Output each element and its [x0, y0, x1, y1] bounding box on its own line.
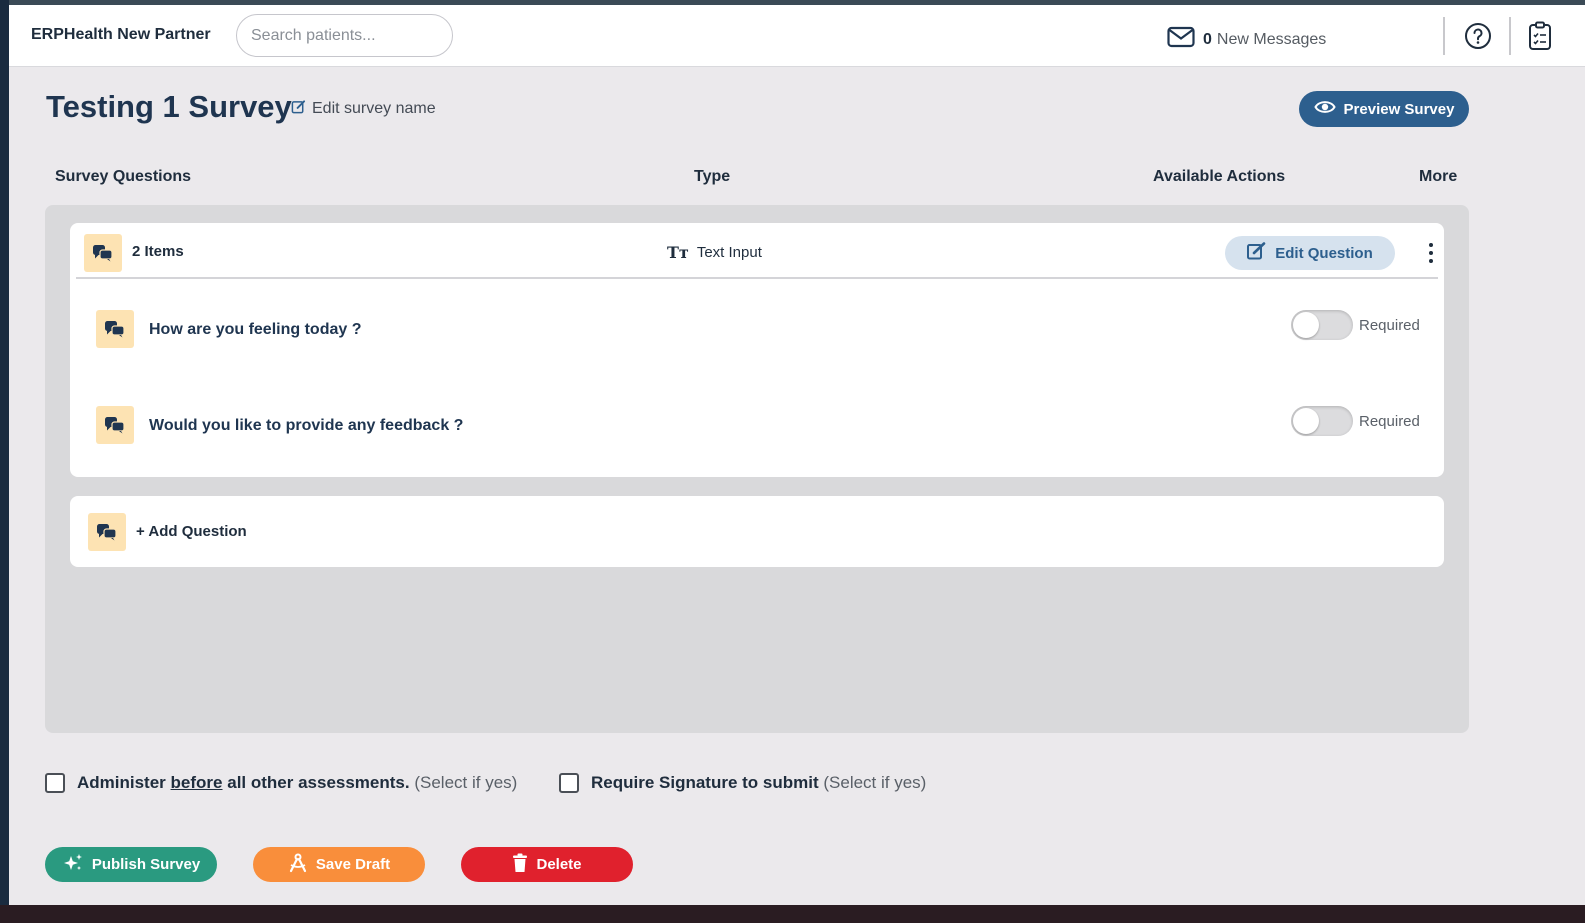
question-icon — [96, 406, 134, 444]
question-type: Tт Text Input — [667, 243, 762, 262]
preview-survey-button[interactable]: Preview Survey — [1299, 91, 1469, 127]
question-group-card: 2 Items Tт Text Input Edit Question How … — [70, 223, 1444, 477]
help-icon[interactable] — [1463, 21, 1493, 51]
eye-icon — [1313, 99, 1336, 119]
app-container: ERPHealth New Partner 0 New Messages Tes… — [9, 5, 1585, 905]
required-toggle[interactable] — [1291, 406, 1353, 436]
sparkles-icon — [62, 853, 84, 877]
question-group-count: 2 Items — [132, 243, 184, 260]
clipboard-icon[interactable] — [1525, 21, 1555, 51]
required-toggle[interactable] — [1291, 310, 1353, 340]
require-signature-option: Require Signature to submit (Select if y… — [559, 773, 926, 793]
question-icon — [88, 513, 126, 551]
require-signature-checkbox[interactable] — [559, 773, 579, 793]
questions-panel: 2 Items Tт Text Input Edit Question How … — [45, 205, 1469, 733]
window-bottom-edge — [0, 905, 1585, 923]
administer-before-checkbox[interactable] — [45, 773, 65, 793]
question-type-label: Text Input — [696, 244, 762, 261]
column-header-more: More — [1419, 168, 1458, 185]
signature-label: Require Signature to submit — [591, 773, 819, 792]
required-label: Required — [1359, 413, 1420, 430]
edit-question-label: Edit Question — [1275, 244, 1373, 262]
save-draft-label: Save Draft — [315, 856, 391, 873]
edit-survey-name-link[interactable]: Edit survey name — [291, 99, 436, 119]
administer-hint: (Select if yes) — [414, 773, 518, 792]
administer-before-option: Administer before all other assessments.… — [45, 773, 517, 793]
edit-icon — [291, 99, 306, 119]
required-label: Required — [1359, 317, 1420, 334]
edit-question-button[interactable]: Edit Question — [1225, 236, 1395, 270]
page-title: Testing 1 Survey — [46, 89, 292, 124]
edit-icon — [1247, 242, 1267, 264]
delete-label: Delete — [536, 856, 582, 873]
brand-name[interactable]: ERPHealth New Partner — [31, 26, 211, 44]
add-question-label: + Add Question — [136, 523, 247, 540]
question-row: How are you feeling today ? Required — [96, 310, 1436, 350]
messages-link[interactable]: 0 New Messages — [1167, 26, 1326, 53]
question-group-icon — [84, 234, 122, 272]
signature-hint: (Select if yes) — [823, 773, 927, 792]
header-divider — [1509, 17, 1511, 55]
administer-emph-text: before — [170, 773, 223, 792]
question-icon — [96, 310, 134, 348]
trash-icon — [512, 853, 528, 877]
edit-survey-name-label: Edit survey name — [312, 100, 436, 117]
text-type-icon: Tт — [667, 243, 689, 262]
save-draft-button[interactable]: Save Draft — [253, 847, 425, 882]
question-text: Would you like to provide any feedback ? — [149, 417, 464, 434]
publish-survey-button[interactable]: Publish Survey — [45, 847, 217, 882]
question-text: How are you feeling today ? — [149, 321, 362, 338]
header-divider — [1443, 17, 1445, 55]
messages-count: 0 — [1203, 30, 1212, 48]
delete-button[interactable]: Delete — [461, 847, 633, 882]
window-left-edge — [0, 0, 9, 923]
messages-label: New Messages — [1216, 30, 1327, 48]
administer-pre-text: Administer — [77, 773, 166, 792]
publish-survey-label: Publish Survey — [91, 856, 201, 873]
column-header-questions: Survey Questions — [55, 168, 192, 185]
add-question-button[interactable]: + Add Question — [70, 496, 1444, 567]
preview-survey-label: Preview Survey — [1343, 100, 1455, 118]
more-options-icon[interactable] — [1425, 243, 1437, 263]
top-header: ERPHealth New Partner 0 New Messages — [9, 5, 1585, 67]
column-header-type: Type — [694, 168, 731, 185]
search-input[interactable] — [236, 14, 453, 57]
compass-drafting-icon — [288, 853, 308, 877]
administer-post-text: all other assessments. — [227, 773, 410, 792]
column-header-actions: Available Actions — [1153, 168, 1286, 185]
question-group-header: 2 Items Tт Text Input Edit Question — [76, 223, 1438, 279]
question-row: Would you like to provide any feedback ?… — [96, 406, 1436, 446]
envelope-icon — [1167, 26, 1195, 53]
